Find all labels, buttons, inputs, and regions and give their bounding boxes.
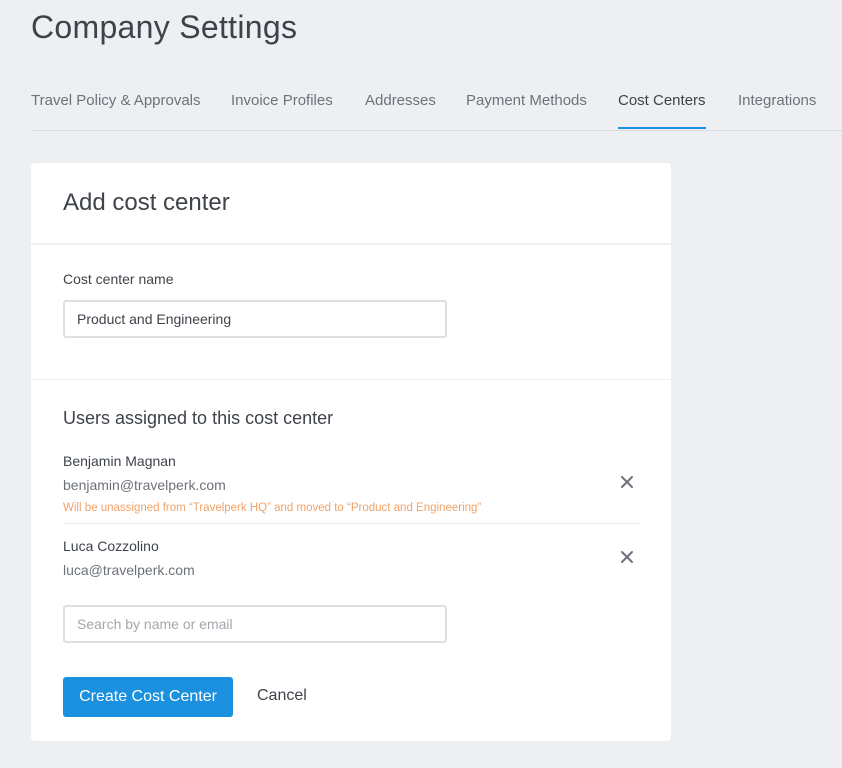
add-cost-center-card: Add cost center Cost center name Users a… [31, 163, 671, 741]
remove-user-button[interactable] [617, 472, 637, 492]
tab-addresses[interactable]: Addresses [365, 92, 436, 129]
section-divider [31, 379, 671, 380]
reassign-warning: Will be unassigned from “Travelperk HQ” … [63, 502, 482, 514]
users-section-title: Users assigned to this cost center [63, 408, 334, 428]
cost-center-name-label: Cost center name [63, 271, 174, 287]
tab-integrations[interactable]: Integrations [738, 92, 816, 129]
cost-center-name-input[interactable] [63, 300, 447, 338]
user-name: Luca Cozzolino [63, 538, 159, 554]
tab-invoice-profiles[interactable]: Invoice Profiles [231, 92, 333, 129]
remove-user-button[interactable] [617, 547, 637, 567]
user-row: Luca Cozzolino luca@travelperk.com [63, 538, 640, 588]
row-divider [63, 523, 640, 524]
user-name: Benjamin Magnan [63, 453, 176, 469]
user-email: luca@travelperk.com [63, 562, 195, 578]
user-search-input[interactable] [63, 605, 447, 643]
close-icon [621, 551, 633, 563]
create-cost-center-button[interactable]: Create Cost Center [63, 677, 233, 717]
card-header: Add cost center [31, 163, 671, 245]
close-icon [621, 476, 633, 488]
settings-tabs: Travel Policy & Approvals Invoice Profil… [31, 78, 842, 131]
tab-payment-methods[interactable]: Payment Methods [466, 92, 587, 129]
page-title: Company Settings [31, 9, 298, 45]
card-title: Add cost center [63, 189, 230, 216]
user-row: Benjamin Magnan benjamin@travelperk.com … [63, 453, 640, 523]
tab-travel-policy[interactable]: Travel Policy & Approvals [31, 92, 201, 129]
tab-cost-centers[interactable]: Cost Centers [618, 92, 706, 129]
cancel-button[interactable]: Cancel [257, 687, 307, 705]
user-email: benjamin@travelperk.com [63, 477, 226, 493]
